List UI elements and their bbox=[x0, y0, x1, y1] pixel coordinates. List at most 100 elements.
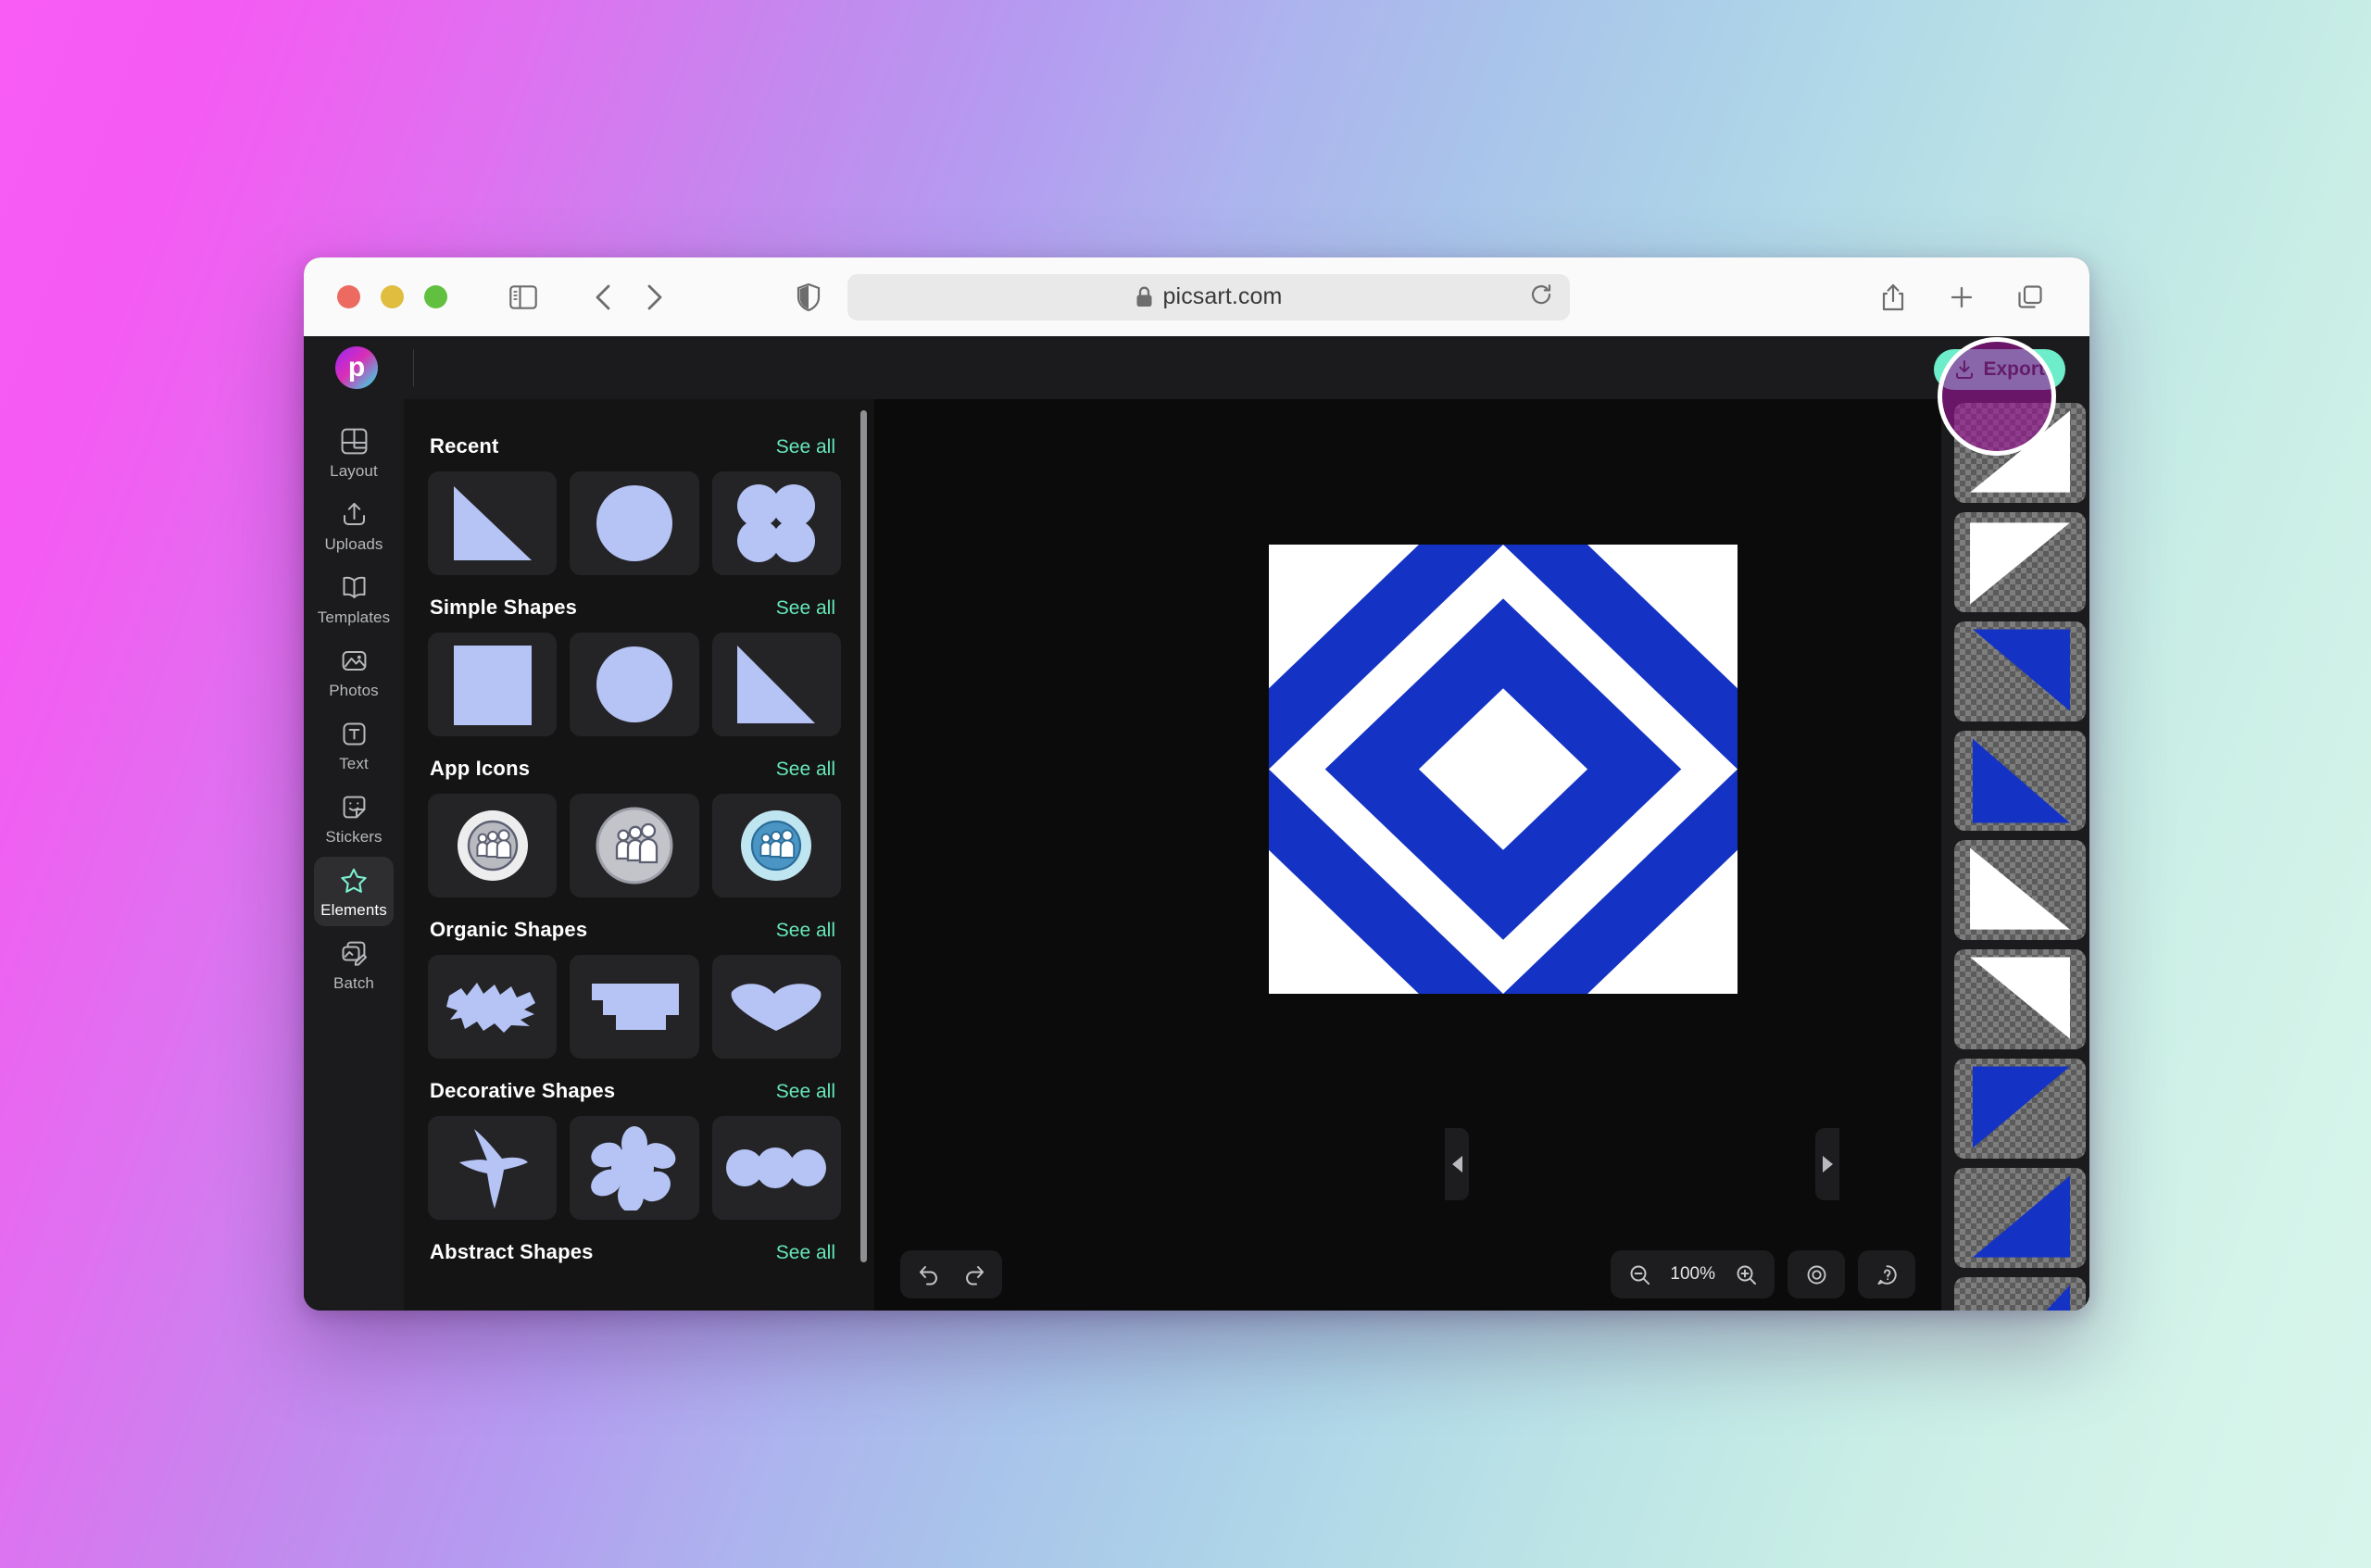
shape-tile-triangle[interactable] bbox=[711, 633, 841, 736]
section-organic-shapes: Organic Shapes See all bbox=[428, 905, 841, 1059]
lock-icon bbox=[1136, 286, 1152, 307]
redo-icon[interactable] bbox=[954, 1255, 993, 1294]
export-button[interactable]: Export bbox=[1934, 349, 2065, 390]
shape-tile-heart-blob[interactable] bbox=[711, 955, 841, 1059]
picsart-logo-wrap[interactable]: p bbox=[324, 346, 389, 389]
caret-right-icon bbox=[1822, 1156, 1833, 1173]
sidebar-item-uploads[interactable]: Uploads bbox=[314, 491, 394, 560]
chevron-left-icon[interactable] bbox=[583, 277, 623, 318]
reload-icon[interactable] bbox=[1529, 282, 1553, 311]
sidebar-item-stickers[interactable]: Stickers bbox=[314, 784, 394, 853]
tile-row bbox=[428, 633, 841, 736]
layout-icon bbox=[339, 426, 370, 457]
undo-icon[interactable] bbox=[910, 1255, 948, 1294]
layer-item[interactable] bbox=[1954, 403, 2086, 503]
shape-tile-square[interactable] bbox=[428, 633, 558, 736]
sidebar-item-layout[interactable]: Layout bbox=[314, 418, 394, 487]
layer-item[interactable] bbox=[1954, 840, 2086, 940]
sidebar-item-label: Layout bbox=[330, 462, 378, 480]
sidebar-item-batch[interactable]: Batch bbox=[314, 930, 394, 999]
url-group: picsart.com bbox=[1135, 283, 1283, 310]
minimize-window-button[interactable] bbox=[381, 285, 404, 308]
canvas-bottom-toolbar: 100% bbox=[874, 1238, 1941, 1311]
layer-item[interactable] bbox=[1954, 621, 2086, 721]
sidebar-item-label: Uploads bbox=[324, 535, 383, 553]
sidebar-item-templates[interactable]: Templates bbox=[314, 564, 394, 633]
sidebar-item-photos[interactable]: Photos bbox=[314, 637, 394, 707]
section-header: Abstract Shapes See all bbox=[428, 1227, 841, 1277]
zoom-in-icon[interactable] bbox=[1726, 1255, 1765, 1294]
chevron-right-icon[interactable] bbox=[634, 277, 675, 318]
see-all-link[interactable]: See all bbox=[776, 1242, 835, 1264]
panel-scrollbar[interactable] bbox=[860, 410, 867, 1262]
section-app-icons: App Icons See all bbox=[428, 744, 841, 897]
templates-icon bbox=[339, 572, 370, 603]
download-icon bbox=[1956, 360, 1974, 379]
zoom-out-icon[interactable] bbox=[1620, 1255, 1659, 1294]
canvas-artwork bbox=[1269, 545, 1737, 994]
eye-icon[interactable] bbox=[1797, 1255, 1836, 1294]
shape-tile-circle[interactable] bbox=[570, 471, 699, 575]
close-window-button[interactable] bbox=[337, 285, 360, 308]
share-icon[interactable] bbox=[1873, 277, 1913, 318]
shape-tile-scribble-blob[interactable] bbox=[428, 955, 558, 1059]
layer-item[interactable] bbox=[1954, 1059, 2086, 1159]
app-icon-people-blue[interactable] bbox=[711, 794, 841, 897]
collapse-left-panel-handle[interactable] bbox=[1445, 1128, 1469, 1200]
design-canvas[interactable] bbox=[1269, 545, 1737, 994]
sidebar-item-label: Batch bbox=[333, 974, 374, 992]
section-header: Organic Shapes See all bbox=[428, 905, 841, 955]
layer-item[interactable] bbox=[1954, 949, 2086, 1049]
shape-tile-clover[interactable] bbox=[711, 471, 841, 575]
sidebar-item-label: Templates bbox=[317, 608, 391, 626]
header-divider bbox=[413, 349, 414, 386]
picsart-editor: p Layout Uploads Templates Photos Text S… bbox=[304, 336, 2089, 1311]
see-all-link[interactable]: See all bbox=[776, 920, 835, 942]
sidebar-item-text[interactable]: Text bbox=[314, 710, 394, 780]
photos-icon bbox=[339, 646, 370, 676]
export-label: Export bbox=[1983, 358, 2045, 380]
sidebar-item-label: Elements bbox=[320, 901, 387, 919]
plus-icon[interactable] bbox=[1941, 277, 1982, 318]
app-icon-people-light[interactable] bbox=[428, 794, 558, 897]
layer-item[interactable] bbox=[1954, 731, 2086, 831]
section-title: Decorative Shapes bbox=[430, 1079, 616, 1102]
stickers-icon bbox=[339, 792, 370, 822]
sidebar-item-elements[interactable]: Elements bbox=[314, 857, 394, 926]
tile-row bbox=[428, 955, 841, 1059]
section-title: Recent bbox=[430, 434, 499, 458]
help-icon[interactable] bbox=[1867, 1255, 1906, 1294]
shape-tile-three-blobs[interactable] bbox=[711, 1116, 841, 1220]
tabs-overview-icon[interactable] bbox=[2010, 277, 2051, 318]
section-header: Decorative Shapes See all bbox=[428, 1066, 841, 1116]
elements-scroll-area[interactable]: Recent See all Simple Shapes See all App… bbox=[404, 399, 874, 1311]
batch-icon bbox=[339, 938, 370, 969]
canvas-stage[interactable]: 100% bbox=[874, 336, 1941, 1311]
maximize-window-button[interactable] bbox=[424, 285, 447, 308]
shape-tile-bird[interactable] bbox=[428, 1116, 558, 1220]
browser-actions bbox=[1873, 277, 2064, 318]
see-all-link[interactable]: See all bbox=[776, 597, 835, 620]
zoom-level-value[interactable]: 100% bbox=[1664, 1264, 1721, 1285]
layer-item[interactable] bbox=[1954, 1168, 2086, 1268]
browser-window: picsart.com p Layout Uploads Templates P… bbox=[304, 257, 2089, 1311]
window-traffic-lights bbox=[337, 285, 447, 308]
section-header: Simple Shapes See all bbox=[428, 583, 841, 633]
shape-tile-flower[interactable] bbox=[570, 1116, 699, 1220]
layers-list[interactable] bbox=[1941, 403, 2089, 1311]
shape-tile-stepped-block[interactable] bbox=[570, 955, 699, 1059]
layer-item[interactable] bbox=[1954, 1277, 2086, 1311]
shape-tile-triangle[interactable] bbox=[428, 471, 558, 575]
see-all-link[interactable]: See all bbox=[776, 1081, 835, 1103]
collapse-right-panel-handle[interactable] bbox=[1815, 1128, 1839, 1200]
zoom-group: 100% bbox=[1611, 1250, 1775, 1298]
address-bar[interactable]: picsart.com bbox=[847, 273, 1570, 320]
sidebar-toggle-icon[interactable] bbox=[503, 277, 544, 318]
shield-privacy-icon[interactable] bbox=[788, 277, 829, 318]
shape-tile-circle[interactable] bbox=[570, 633, 699, 736]
layer-item[interactable] bbox=[1954, 512, 2086, 612]
see-all-link[interactable]: See all bbox=[776, 759, 835, 781]
section-abstract-shapes: Abstract Shapes See all bbox=[428, 1227, 841, 1277]
app-icon-people-gray[interactable] bbox=[570, 794, 699, 897]
see-all-link[interactable]: See all bbox=[776, 436, 835, 458]
